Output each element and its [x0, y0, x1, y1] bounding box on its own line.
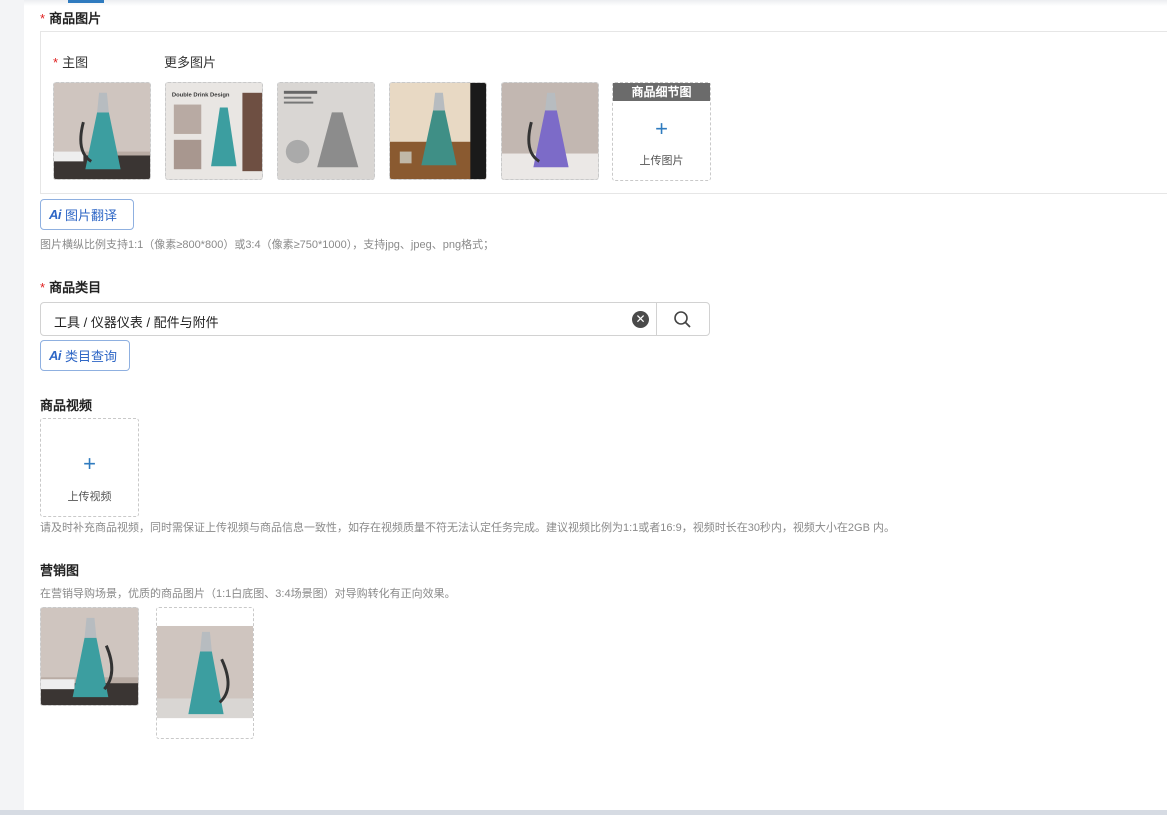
- required-mark: *: [53, 55, 59, 70]
- product-photo: [390, 83, 486, 179]
- main-image-thumb[interactable]: [53, 82, 151, 180]
- active-tab-indicator: [68, 0, 104, 3]
- ai-icon: Ai: [49, 348, 62, 363]
- category-label: * 商品类目: [40, 277, 101, 296]
- category-search-button[interactable]: [657, 303, 709, 335]
- ai-icon: Ai: [49, 207, 62, 222]
- category-value: 工具 / 仪器仪表 / 配件与附件: [54, 315, 219, 330]
- detail-image-header: 商品细节图: [613, 83, 710, 101]
- marketing-image-square[interactable]: [40, 607, 139, 706]
- video-label: 商品视频: [40, 398, 93, 413]
- bottom-scrollbar-strip: [0, 810, 1167, 815]
- more-image-thumb-1[interactable]: Double Drink Design: [165, 82, 263, 180]
- upload-video-label: 上传视频: [67, 491, 112, 503]
- detail-image-upload[interactable]: 商品细节图 + 上传图片: [612, 82, 711, 181]
- more-image-thumb-4[interactable]: [501, 82, 599, 180]
- ai-image-translate-label: 图片翻译: [65, 208, 118, 223]
- required-mark: *: [40, 11, 46, 26]
- image-format-hint: 图片横纵比例支持1:1（像素≥800*800）或3:4（像素≥750*1000）…: [40, 239, 495, 251]
- marketing-label: 营销图: [40, 563, 80, 578]
- top-bar-shadow: [24, 0, 1167, 6]
- plus-icon: +: [83, 451, 96, 476]
- video-hint: 请及时补充商品视频，同时需保证上传视频与商品信息一致性，如存在视频质量不符无法认…: [40, 522, 895, 534]
- required-mark: *: [40, 280, 46, 295]
- more-image-thumb-2[interactable]: [277, 82, 375, 180]
- video-upload[interactable]: + 上传视频: [40, 418, 139, 517]
- plus-icon: +: [655, 116, 668, 141]
- main-image-label-text: 主图: [62, 55, 89, 70]
- ai-category-query-button[interactable]: Ai 类目查询: [40, 340, 130, 371]
- product-photo: [41, 608, 138, 705]
- product-photo: [502, 83, 598, 179]
- product-images-label: * 商品图片: [40, 8, 101, 27]
- product-photo: [157, 608, 253, 738]
- search-icon: [674, 311, 691, 328]
- category-select[interactable]: 工具 / 仪器仪表 / 配件与附件 ✕: [40, 302, 710, 336]
- product-images-label-text: 商品图片: [49, 11, 102, 26]
- ai-image-translate-button[interactable]: Ai 图片翻译: [40, 199, 134, 230]
- product-photo: [278, 83, 374, 179]
- product-photo: Double Drink Design: [166, 83, 262, 179]
- more-images-label: 更多图片: [164, 55, 217, 70]
- marketing-image-portrait[interactable]: [156, 607, 254, 739]
- category-label-text: 商品类目: [49, 280, 102, 295]
- product-photo: [54, 83, 150, 179]
- marketing-hint: 在营销导购场景，优质的商品图片（1:1白底图、3:4场景图）对导购转化有正向效果…: [40, 588, 456, 600]
- photo-caption: Double Drink Design: [172, 93, 230, 99]
- more-image-thumb-3[interactable]: [389, 82, 487, 180]
- ai-category-query-label: 类目查询: [65, 349, 118, 364]
- main-image-label: * 主图: [53, 52, 88, 71]
- upload-image-label: 上传图片: [639, 155, 684, 167]
- clear-icon[interactable]: ✕: [632, 311, 649, 328]
